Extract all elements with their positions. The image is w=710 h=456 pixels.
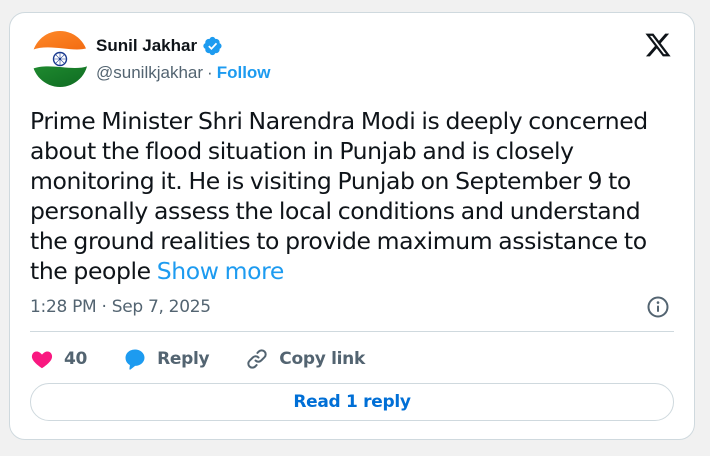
like-button[interactable]: 40 <box>30 347 87 371</box>
verified-badge-icon <box>203 36 223 56</box>
link-icon <box>247 349 267 369</box>
reply-label: Reply <box>157 349 210 369</box>
separator-dot: · <box>207 63 213 82</box>
author-name[interactable]: Sunil Jakhar <box>96 35 197 57</box>
author-handle-row: @sunilkjakhar · Follow <box>96 62 271 84</box>
author-name-row: Sunil Jakhar <box>96 35 223 57</box>
x-logo-icon[interactable] <box>644 31 672 59</box>
heart-icon <box>31 351 53 369</box>
tweet-timestamp[interactable]: 1:28 PM · Sep 7, 2025 <box>30 296 211 318</box>
follow-button[interactable]: Follow <box>217 62 271 84</box>
reply-button[interactable]: Reply <box>123 347 210 371</box>
info-icon[interactable] <box>646 295 670 319</box>
india-flag-avatar-icon <box>32 31 88 87</box>
copy-link-button[interactable]: Copy link <box>245 347 365 371</box>
copy-link-label: Copy link <box>279 349 365 369</box>
avatar[interactable] <box>32 31 88 87</box>
read-replies-button[interactable]: Read 1 reply <box>30 383 674 421</box>
read-replies-label: Read 1 reply <box>293 392 411 412</box>
tweet-card: Sunil Jakhar @sunilkjakhar · Follow Prim… <box>9 12 695 440</box>
author-handle[interactable]: @sunilkjakhar <box>96 62 203 84</box>
reply-bubble-icon <box>125 349 145 370</box>
tweet-text-block: Prime Minister Shri Narendra Modi is dee… <box>30 106 680 286</box>
action-bar: 40 Reply Copy link <box>30 346 401 372</box>
show-more-link[interactable]: Show more <box>157 257 285 285</box>
like-count: 40 <box>64 349 88 369</box>
tweet-text: Prime Minister Shri Narendra Modi is dee… <box>30 107 648 285</box>
divider <box>30 331 674 332</box>
